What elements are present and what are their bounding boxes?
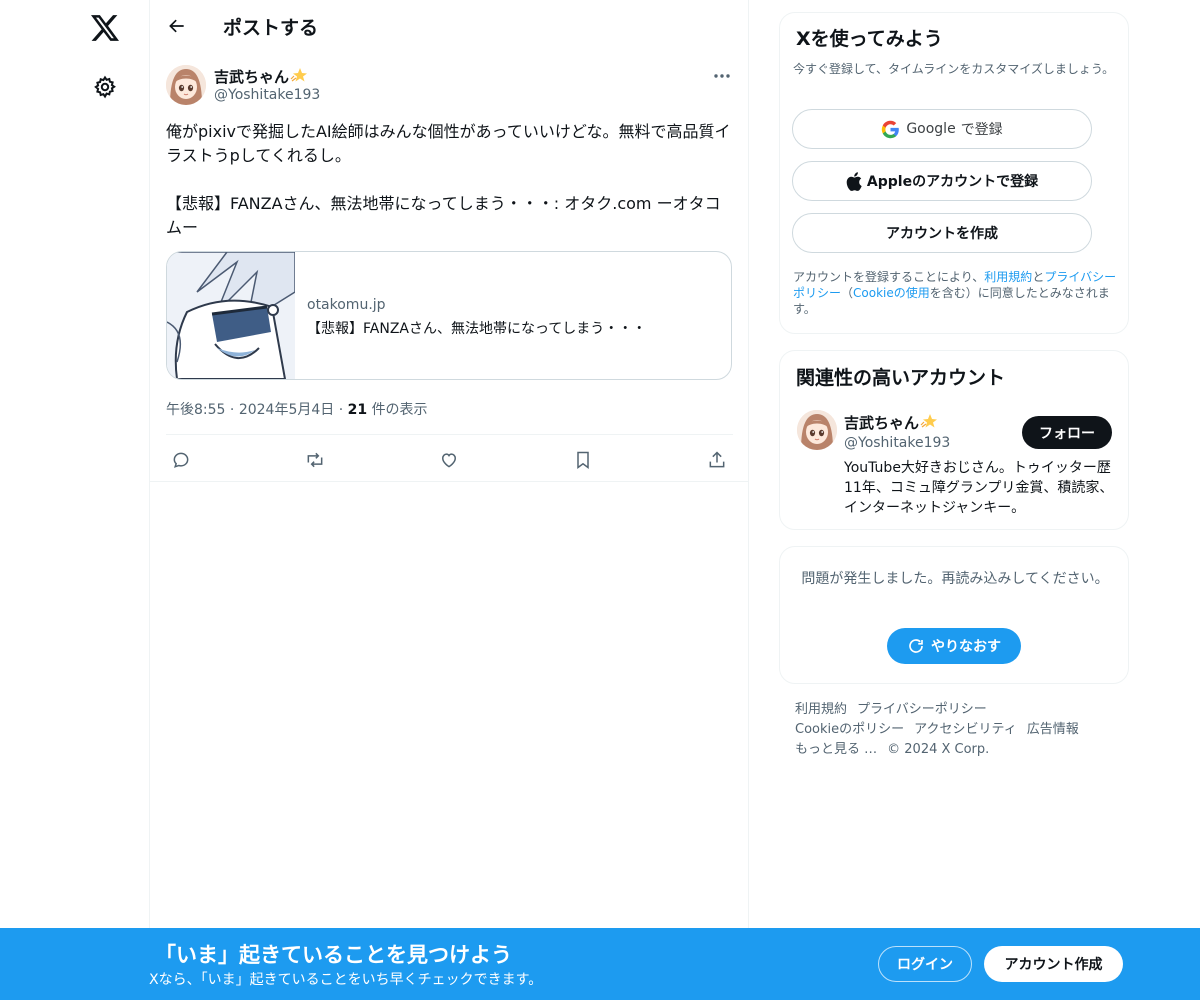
left-nav [0,0,150,1000]
terms-link[interactable]: 利用規約 [984,270,1032,284]
signup-title: Xを使ってみよう [796,28,943,50]
google-brand: Google [906,121,956,137]
like-icon[interactable] [432,443,466,477]
card-domain: otakomu.jp [307,297,386,313]
login-button[interactable]: ログイン [878,946,972,982]
repost-icon[interactable] [298,443,332,477]
footer-privacy-link[interactable]: プライバシーポリシー [857,702,987,717]
related-account-bio: YouTube大好きおじさん。トゥイッター歴11年、コミュ障グランプリ金賞、積読… [844,460,1114,516]
footer-more-link[interactable]: もっと見る … [795,742,877,757]
error-message: 問題が発生しました。再読み込みしてください。 [801,571,1109,587]
apple-signup-button[interactable]: Appleのアカウントで登録 [792,161,1092,201]
related-title: 関連性の高いアカウント [796,367,1006,389]
related-accounts-panel: 関連性の高いアカウント 吉武ちゃん @Yoshitake193 フォロー You… [779,350,1129,530]
card-title: 【悲報】FANZAさん、無法地帯になってしまう・・・ [307,321,647,337]
sparkle-star-emoji-icon [290,67,308,87]
footer-ads-link[interactable]: 広告情報 [1027,722,1079,737]
signup-panel: Xを使ってみよう 今すぐ登録して、タイムラインをカスタマイズしましょう。 Goo… [779,12,1129,334]
create-account-label: アカウントを作成 [886,226,998,242]
related-account-handle[interactable]: @Yoshitake193 [844,435,950,451]
card-thumbnail [167,252,296,379]
cookie-link[interactable]: Cookieの使用 [853,286,930,300]
main-column: ポストする 吉武ちゃん @Yoshitake193 俺がpixivで発掘したAI… [149,0,749,1000]
post-meta: 午後8:55 · 2024年5月4日 · 21 件の表示 [166,399,428,419]
terms-and: と [1032,270,1045,284]
signup-subtitle: 今すぐ登録して、タイムラインをカスタマイズしましょう。 [793,62,1115,76]
google-g-icon [881,120,900,139]
footer-accessibility-link[interactable]: アクセシビリティ [914,722,1017,737]
error-panel: 問題が発生しました。再読み込みしてください。 やりなおす [779,546,1129,684]
google-suffix: で登録 [960,122,1003,138]
bookmark-icon[interactable] [566,443,600,477]
post-actions [166,434,733,482]
footer-copyright: © 2024 X Corp. [887,742,990,757]
more-icon[interactable] [706,64,738,88]
views-label-text: 件の表示 [371,402,428,418]
post-time[interactable]: 午後8:55 [166,402,225,418]
google-signup-button[interactable]: Google で登録 [792,109,1092,149]
banner-title: 「いま」起きていることを見つけよう [155,943,512,967]
terms-paren: （ [841,286,854,300]
share-icon[interactable] [700,443,734,477]
terms-text: アカウントを登録することにより、利用規約とプライバシーポリシー（Cookieの使… [793,269,1123,317]
related-account-name[interactable]: 吉武ちゃん [844,412,919,433]
post-date[interactable]: 2024年5月4日 [239,402,334,418]
apple-signup-label: Appleのアカウントで登録 [866,174,1039,190]
avatar[interactable] [797,410,837,450]
avatar[interactable] [166,65,206,105]
main-header: ポストする [150,0,749,53]
gear-icon[interactable] [80,62,130,112]
create-account-button[interactable]: アカウントを作成 [792,213,1092,253]
apple-icon [846,171,862,191]
follow-button[interactable]: フォロー [1022,416,1112,449]
create-account-banner-button[interactable]: アカウント作成 [984,946,1123,982]
banner-subtitle: Xなら、「いま」起きていることをいち早くチェックできます。 [149,972,543,988]
link-card[interactable]: otakomu.jp 【悲報】FANZAさん、無法地帯になってしまう・・・ [166,251,732,380]
footer-links: 利用規約 プライバシーポリシー Cookieのポリシー アクセシビリティ 広告情報 も… [795,700,1125,760]
terms-prefix: アカウントを登録することにより、 [793,270,985,284]
bottom-banner: 「いま」起きていることを見つけよう Xなら、「いま」起きていることをいち早くチェ… [0,928,1200,1000]
meta-separator: · [338,402,348,418]
author-handle[interactable]: @Yoshitake193 [214,87,320,103]
retry-button[interactable]: やりなおす [887,628,1021,664]
page-title: ポストする [223,17,319,39]
divider [150,481,749,482]
arrow-left-icon[interactable] [160,9,194,43]
footer-cookie-link[interactable]: Cookieのポリシー [795,722,904,737]
footer-terms-link[interactable]: 利用規約 [795,702,847,717]
x-logo-icon[interactable] [80,3,130,53]
post-text: 俺がpixivで発掘したAI絵師はみんな個性があっていいけどな。無料で高品質イラ… [166,122,731,237]
reply-icon[interactable] [164,443,198,477]
sparkle-star-emoji-icon [920,413,938,433]
author-name[interactable]: 吉武ちゃん [214,66,289,87]
retry-label: やりなおす [931,639,1001,655]
views-count: 21 [347,402,368,418]
meta-separator: · [229,402,239,418]
refresh-icon [907,637,925,655]
